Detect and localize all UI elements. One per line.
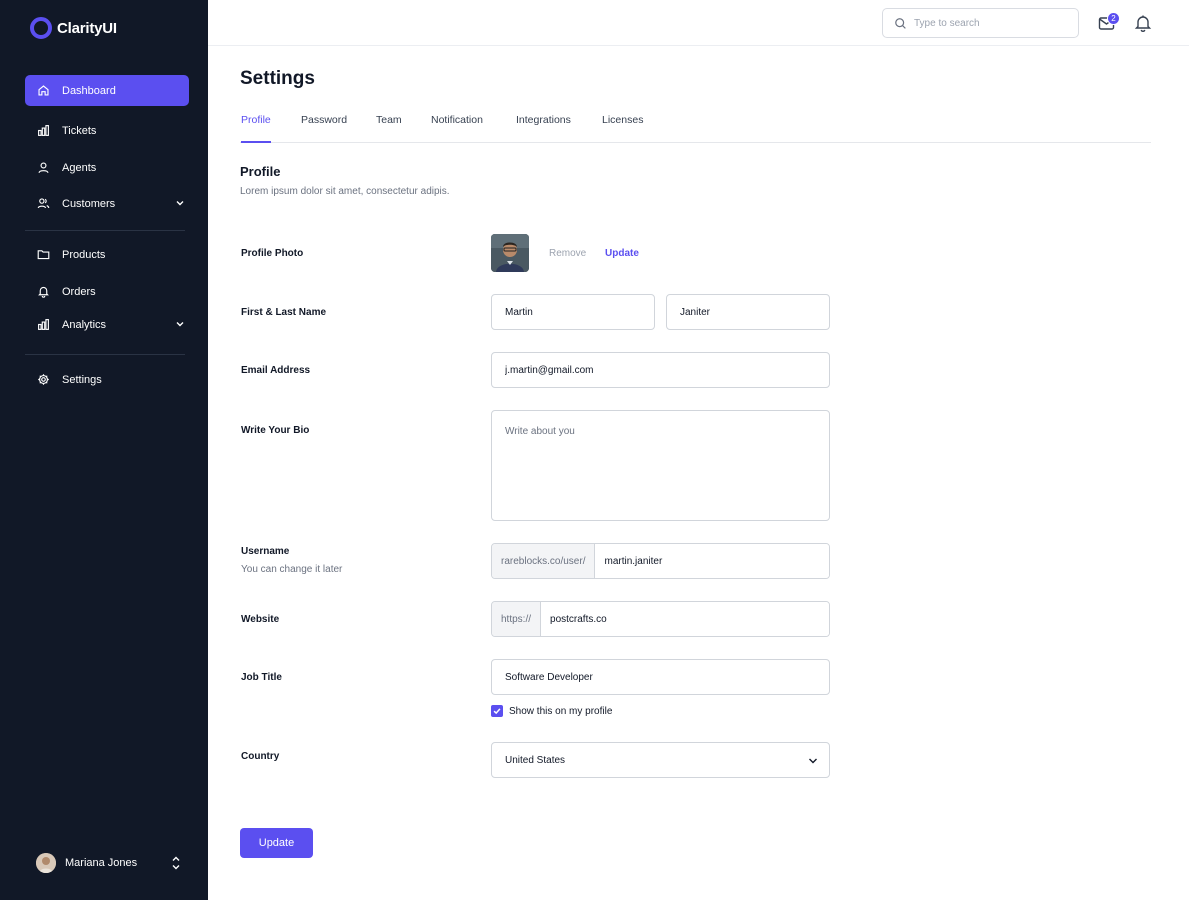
search-input[interactable] — [914, 17, 1064, 29]
show-on-profile-label: Show this on my profile — [509, 705, 613, 717]
settings-tabs: Profile Password Team Notification Integ… — [240, 108, 1151, 143]
sidebar-divider — [25, 230, 185, 231]
bar-chart-icon — [36, 124, 50, 138]
notifications-button[interactable] — [1134, 13, 1152, 33]
sidebar-item-orders[interactable]: Orders — [25, 276, 189, 307]
tab-team[interactable]: Team — [376, 114, 402, 143]
gear-icon — [36, 373, 50, 387]
show-on-profile-toggle[interactable]: Show this on my profile — [491, 705, 612, 717]
users-icon — [36, 197, 50, 211]
tab-notification[interactable]: Notification — [431, 114, 483, 143]
user-menu[interactable]: Mariana Jones — [36, 852, 181, 874]
bar-chart-icon — [36, 318, 50, 332]
website-field-group: https:// — [491, 601, 830, 637]
folder-icon — [36, 248, 50, 262]
email-field[interactable] — [491, 352, 830, 388]
email-label: Email Address — [241, 365, 311, 376]
sidebar: ClarityUI Dashboard Tickets Agents Custo… — [0, 0, 208, 900]
home-icon — [36, 84, 50, 98]
logo-ring-icon — [30, 17, 52, 39]
tab-licenses[interactable]: Licenses — [602, 114, 643, 143]
profile-photo-label: Profile Photo — [241, 248, 304, 259]
sidebar-item-label: Agents — [62, 161, 97, 174]
sidebar-item-label: Customers — [62, 197, 116, 210]
sidebar-item-products[interactable]: Products — [25, 239, 189, 270]
bio-textarea[interactable] — [491, 410, 830, 521]
chevron-up-down-icon — [172, 856, 180, 870]
bell-icon — [1134, 15, 1152, 32]
sidebar-item-tickets[interactable]: Tickets — [25, 115, 189, 146]
bio-label: Write Your Bio — [241, 425, 310, 436]
bell-icon — [36, 285, 50, 299]
sidebar-item-dashboard[interactable]: Dashboard — [25, 75, 189, 106]
remove-photo-link[interactable]: Remove — [549, 248, 586, 259]
chevron-down-icon — [809, 758, 817, 764]
profile-photo — [491, 234, 529, 272]
name-label: First & Last Name — [241, 307, 327, 318]
sidebar-item-customers[interactable]: Customers — [25, 188, 189, 219]
website-input[interactable] — [541, 602, 829, 636]
search-icon — [895, 17, 906, 29]
sidebar-item-settings[interactable]: Settings — [25, 364, 189, 395]
update-button[interactable]: Update — [240, 828, 313, 858]
last-name-input[interactable] — [666, 294, 830, 330]
sidebar-item-label: Analytics — [62, 318, 107, 331]
section-title: Profile — [240, 164, 281, 179]
tab-profile[interactable]: Profile — [241, 114, 271, 143]
job-title-input[interactable] — [491, 659, 830, 695]
sidebar-item-label: Products — [62, 248, 106, 261]
country-value: United States — [505, 754, 566, 766]
username-input[interactable] — [595, 544, 829, 578]
notification-badge: 2 — [1107, 12, 1120, 25]
sidebar-item-label: Dashboard — [62, 84, 116, 97]
job-title-label: Job Title — [241, 672, 282, 683]
sidebar-divider — [25, 354, 185, 355]
username-hint: You can change it later — [241, 564, 343, 575]
chevron-down-icon — [176, 322, 184, 327]
chevron-down-icon — [176, 201, 184, 206]
avatar — [36, 853, 56, 873]
user-icon — [36, 161, 50, 175]
brand-name: ClarityUI — [57, 19, 117, 37]
website-label: Website — [241, 614, 280, 625]
sidebar-item-agents[interactable]: Agents — [25, 152, 189, 183]
check-icon — [493, 708, 501, 715]
website-prefix: https:// — [492, 602, 542, 636]
country-select[interactable]: United States — [491, 742, 830, 778]
sidebar-item-label: Tickets — [62, 124, 97, 137]
topbar: 2 — [208, 0, 1189, 46]
user-name: Mariana Jones — [65, 857, 138, 869]
page-title: Settings — [240, 68, 315, 89]
tab-integrations[interactable]: Integrations — [516, 114, 571, 143]
search-box[interactable] — [882, 8, 1079, 38]
update-photo-link[interactable]: Update — [605, 248, 639, 259]
username-label: Username — [241, 546, 290, 557]
brand[interactable]: ClarityUI — [30, 17, 117, 39]
sidebar-item-label: Orders — [62, 285, 96, 298]
country-label: Country — [241, 751, 280, 762]
sidebar-item-analytics[interactable]: Analytics — [25, 309, 189, 340]
inbox-button[interactable]: 2 — [1097, 12, 1120, 33]
first-name-input[interactable] — [491, 294, 655, 330]
section-description: Lorem ipsum dolor sit amet, consectetur … — [240, 186, 450, 197]
show-on-profile-checkbox[interactable] — [491, 705, 503, 717]
sidebar-item-label: Settings — [62, 373, 102, 386]
tab-password[interactable]: Password — [301, 114, 347, 143]
username-field-group: rareblocks.co/user/ — [491, 543, 830, 579]
username-prefix: rareblocks.co/user/ — [492, 544, 596, 578]
